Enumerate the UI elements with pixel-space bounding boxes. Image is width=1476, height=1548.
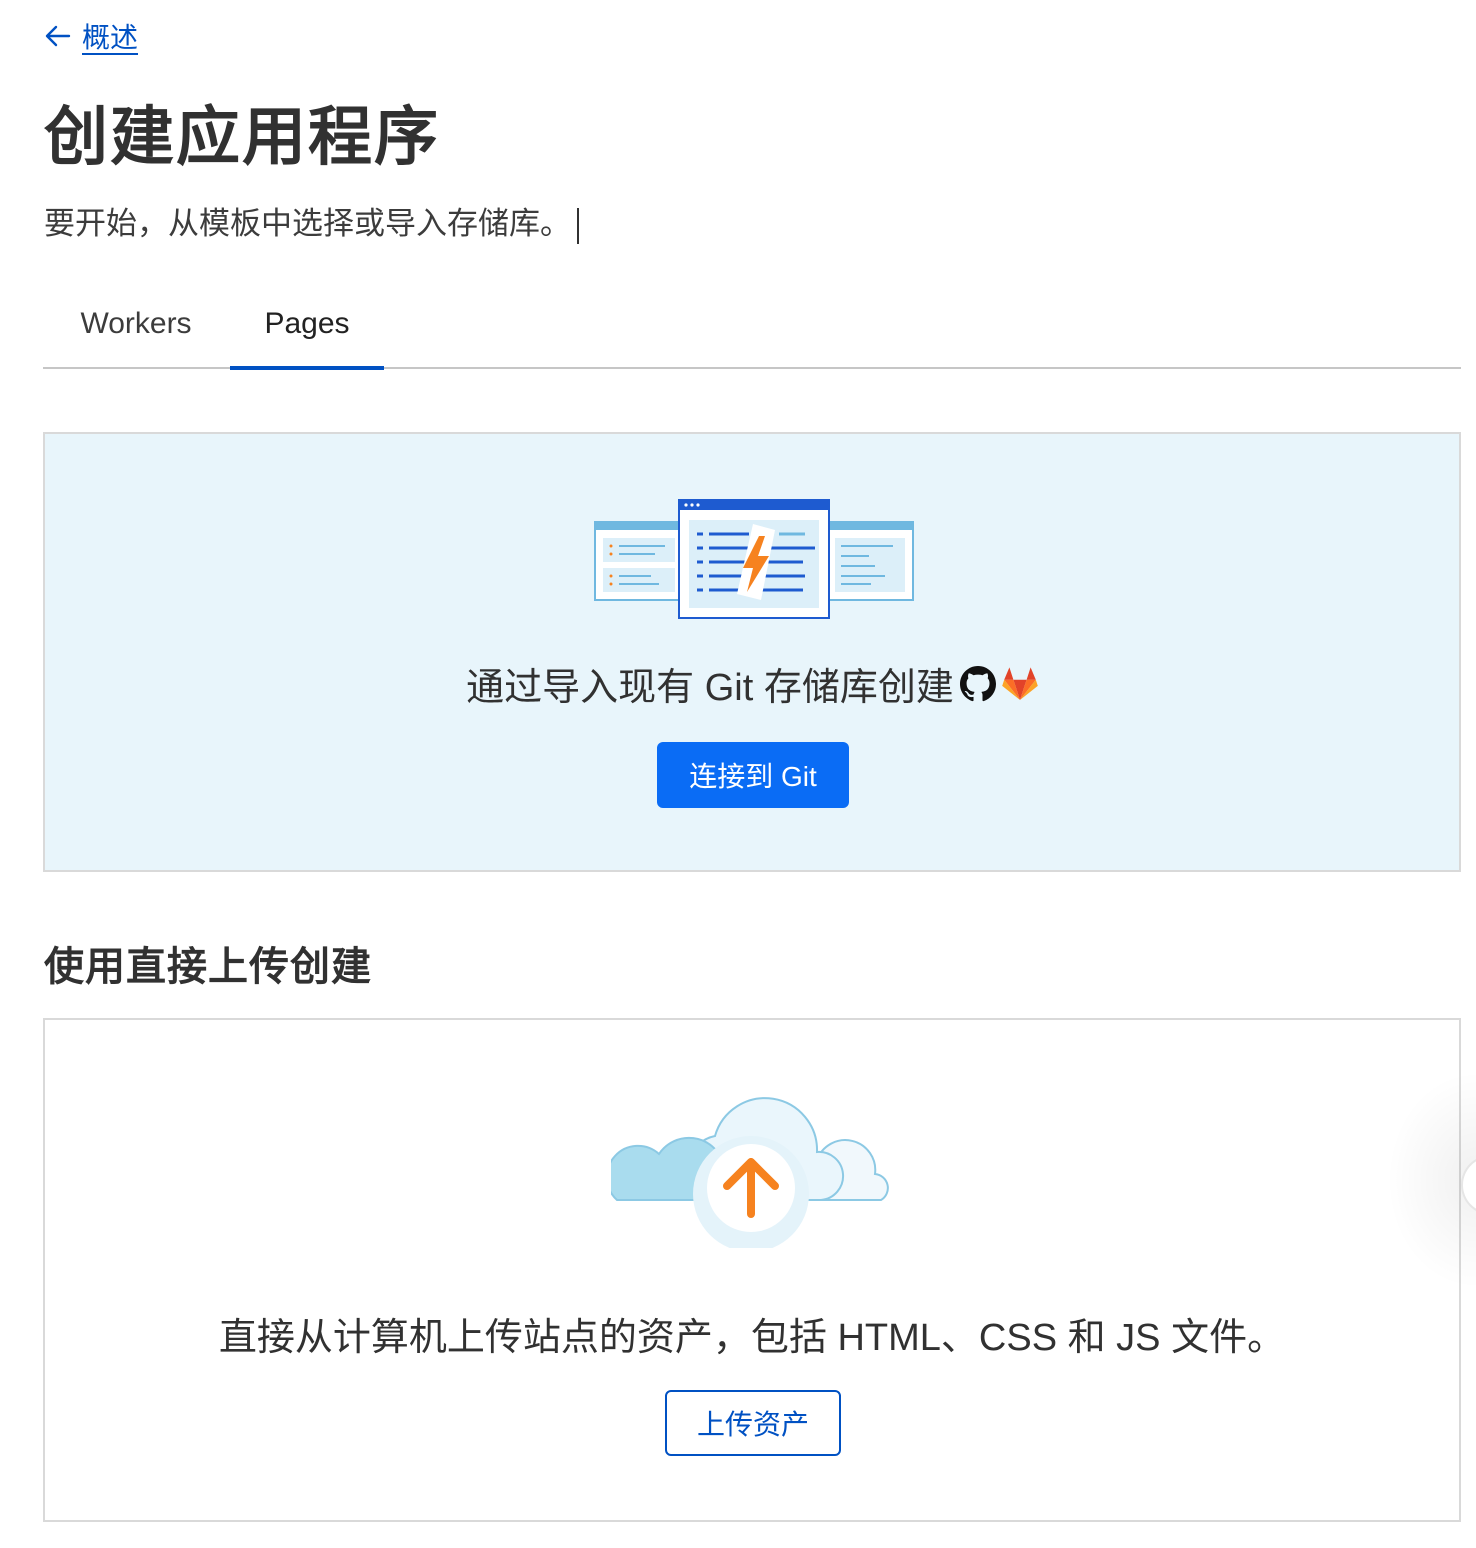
subtitle-text: 要开始，从模板中选择或导入存储库。	[44, 206, 571, 241]
arrow-left-icon	[45, 25, 71, 47]
page-title: 创建应用程序	[44, 101, 440, 173]
cloud-upload-illustration	[611, 1097, 889, 1248]
git-import-heading: 通过导入现有 Git 存储库创建	[45, 656, 1459, 711]
tab-pages[interactable]: Pages	[230, 280, 384, 370]
git-import-card: 通过导入现有 Git 存储库创建 连接到 Git	[43, 432, 1461, 872]
direct-upload-description: 直接从计算机上传站点的资产，包括 HTML、CSS 和 JS 文件。	[218, 1317, 1286, 1359]
gitlab-icon	[1002, 666, 1038, 700]
pages-code-windows-illustration	[594, 499, 914, 619]
back-link-overview[interactable]: 概述	[44, 16, 138, 56]
text-cursor	[577, 207, 579, 244]
back-link-label[interactable]: 概述	[82, 16, 138, 56]
tab-workers[interactable]: Workers	[43, 280, 229, 367]
create-application-page: 概述 创建应用程序 要开始，从模板中选择或导入存储库。 Workers Page…	[0, 0, 1476, 1548]
page-subtitle: 要开始，从模板中选择或导入存储库。	[44, 198, 579, 244]
git-import-heading-text: 通过导入现有 Git 存储库创建	[466, 667, 954, 709]
direct-upload-title: 使用直接上传创建	[44, 945, 372, 989]
connect-to-git-button[interactable]: 连接到 Git	[657, 742, 849, 808]
tab-bar: Workers Pages	[43, 280, 1461, 370]
upload-assets-button[interactable]: 上传资产	[665, 1390, 841, 1456]
github-icon	[959, 665, 996, 701]
direct-upload-card: 直接从计算机上传站点的资产，包括 HTML、CSS 和 JS 文件。 上传资产	[43, 1018, 1461, 1522]
